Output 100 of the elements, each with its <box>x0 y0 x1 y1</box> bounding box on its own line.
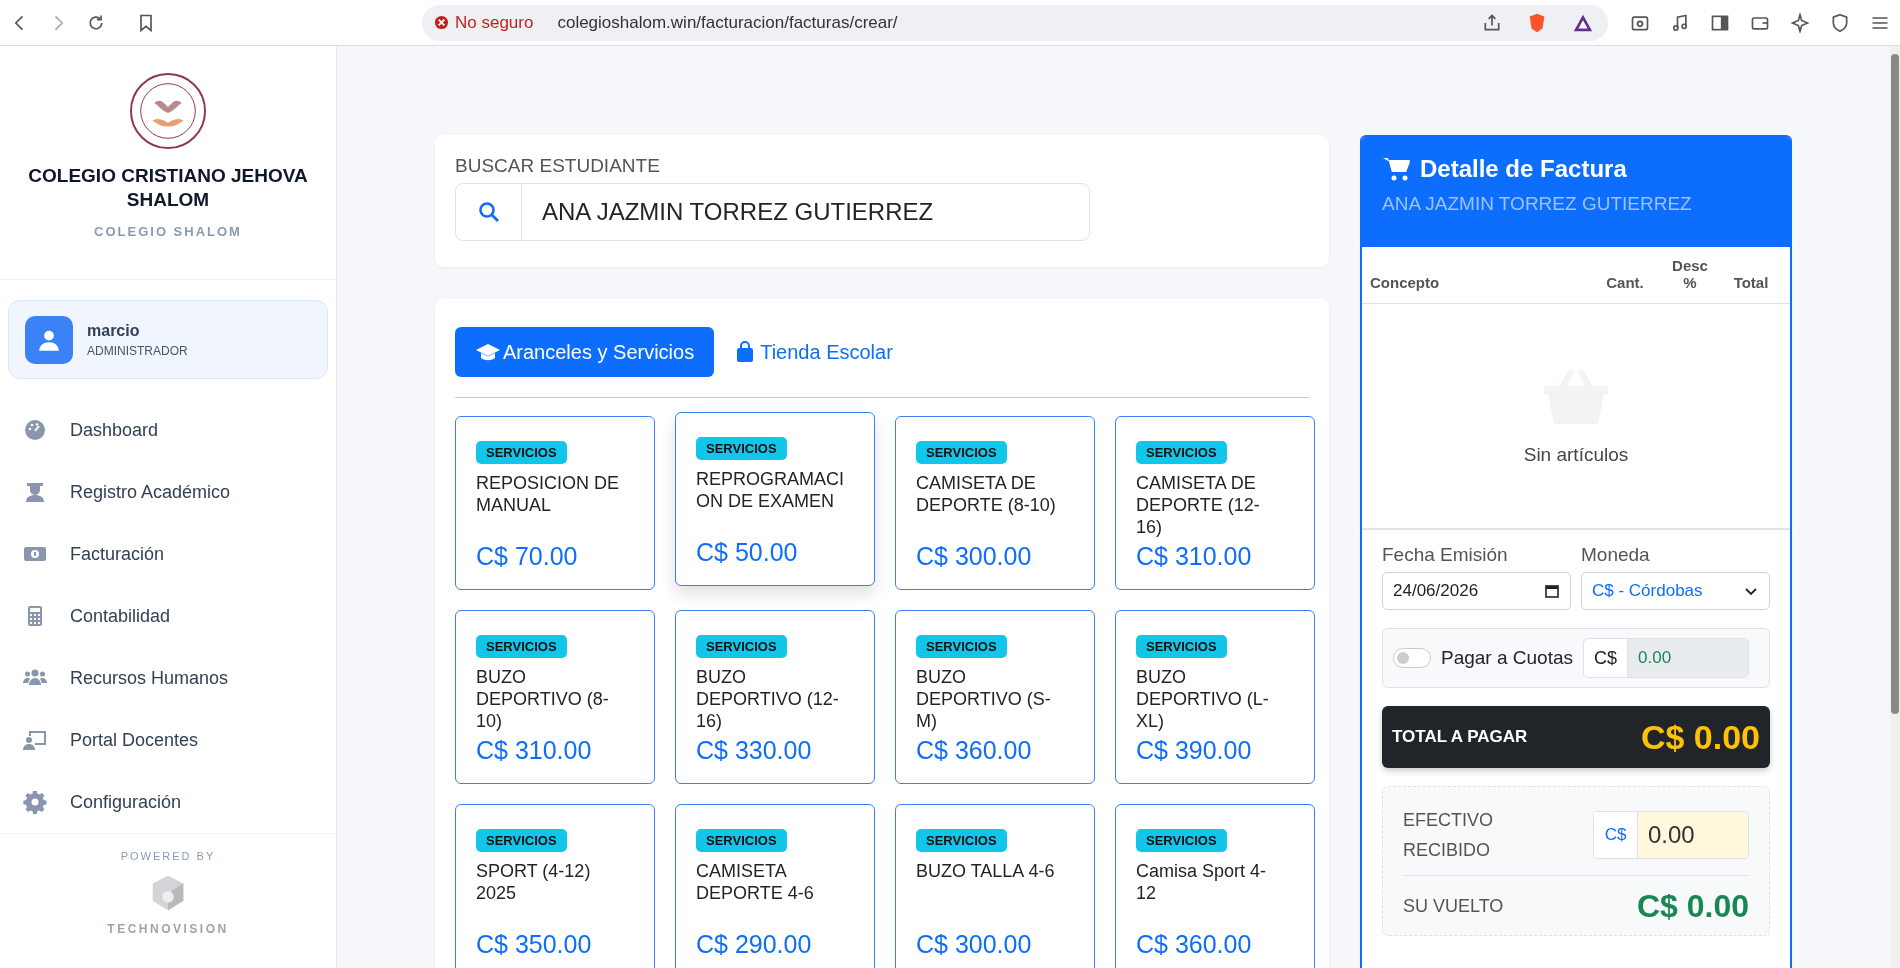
product-price: C$ 300.00 <box>916 930 1032 959</box>
vendor-name: TECHNOVISION <box>107 922 229 937</box>
product-card[interactable]: SERVICIOS SPORT (4-12) 2025 C$ 350.00 <box>455 804 655 968</box>
sidebar-item[interactable]: Portal Docentes <box>22 709 336 772</box>
school-crest-icon <box>129 72 207 150</box>
installment-field[interactable]: C$ 0.00 <box>1583 638 1750 678</box>
category-badge: SERVICIOS <box>696 437 787 460</box>
security-status: No seguro <box>455 12 534 33</box>
product-price: C$ 360.00 <box>916 736 1032 765</box>
sidebar-item[interactable]: Registro Académico <box>22 461 336 524</box>
sidebar-item[interactable]: Recursos Humanos <box>22 647 336 710</box>
field-label: Fecha Emisión <box>1382 544 1509 566</box>
teacher-board-icon <box>22 728 48 753</box>
product-name: BUZO TALLA 4-6 <box>916 860 1056 883</box>
scrollbar-thumb[interactable] <box>1891 54 1899 714</box>
product-name: CAMISETA DE DEPORTE (12-16) <box>1136 472 1261 538</box>
product-card[interactable]: SERVICIOS BUZO DEPORTIVO (L-XL) C$ 390.00 <box>1115 610 1315 784</box>
sidebar-item[interactable]: Contabilidad <box>22 585 336 648</box>
cart-icon <box>1382 155 1412 183</box>
warning-icon <box>434 15 449 30</box>
sparkle-icon[interactable] <box>1790 12 1810 33</box>
category-badge: SERVICIOS <box>696 635 787 658</box>
total-label: TOTAL A PAGAR <box>1392 727 1528 747</box>
category-badge: SERVICIOS <box>1136 441 1227 464</box>
category-badge: SERVICIOS <box>1136 635 1227 658</box>
product-price: C$ 310.00 <box>476 736 592 765</box>
user-name: marcio <box>87 321 141 340</box>
calendar-icon <box>1544 583 1560 599</box>
user-role: ADMINISTRADOR <box>87 343 188 358</box>
total-amount: C$ 0.00 <box>1640 717 1760 757</box>
change-label: SU VUELTO <box>1403 896 1504 917</box>
product-card[interactable]: SERVICIOS REPROGRAMACI ON DE EXAMEN C$ 50.00 <box>675 412 875 586</box>
column-header: Concepto <box>1370 274 1441 291</box>
product-price: C$ 290.00 <box>696 930 812 959</box>
product-name: CAMISETA DEPORTE 4-6 <box>696 860 815 905</box>
product-name: BUZO DEPORTIVO (L-XL) <box>1136 666 1270 732</box>
dashboard-gauge-icon <box>22 418 48 443</box>
product-card[interactable]: SERVICIOS CAMISETA DE DEPORTE (12-16) C$ 310.00 <box>1115 416 1315 590</box>
tab[interactable]: Tienda Escolar <box>732 327 893 377</box>
cash-field[interactable]: C$ 0.00 <box>1593 811 1749 859</box>
change-amount: C$ 0.00 <box>1636 888 1749 925</box>
category-badge: SERVICIOS <box>476 635 567 658</box>
category-badge: SERVICIOS <box>476 829 567 852</box>
date-field[interactable]: 24/06/2026 <box>1382 572 1571 610</box>
category-badge: SERVICIOS <box>916 441 1007 464</box>
field-label: Moneda <box>1581 544 1651 566</box>
product-card[interactable]: SERVICIOS BUZO TALLA 4-6 C$ 300.00 <box>895 804 1095 968</box>
url-text: colegioshalom.win/facturacion/facturas/crear/ <box>557 12 899 33</box>
currency-select[interactable]: C$ - Córdobas <box>1581 572 1770 610</box>
toggle-switch[interactable] <box>1393 648 1431 668</box>
product-name: REPROGRAMACI ON DE EXAMEN <box>696 468 844 513</box>
product-price: C$ 70.00 <box>476 542 578 571</box>
school-subtitle: COLEGIO SHALOM <box>94 224 242 239</box>
product-card[interactable]: SERVICIOS Camisa Sport 4-12 C$ 360.00 <box>1115 804 1315 968</box>
product-name: SPORT (4-12) 2025 <box>476 860 592 905</box>
product-card[interactable]: SERVICIOS REPOSICION DE MANUAL C$ 70.00 <box>455 416 655 590</box>
sidebar-item[interactable]: Dashboard <box>22 399 336 462</box>
toggle-label: Pagar a Cuotas <box>1441 647 1574 669</box>
music-note-icon[interactable] <box>1670 12 1690 33</box>
product-card[interactable]: SERVICIOS CAMISETA DEPORTE 4-6 C$ 290.00 <box>675 804 875 968</box>
shield-icon[interactable] <box>1830 12 1850 33</box>
empty-message: Sin artículos <box>1523 444 1629 466</box>
tab[interactable]: Aranceles y Servicios <box>455 327 715 377</box>
school-name: COLEGIO CRISTIANO JEHOVA SHALOM <box>27 164 309 212</box>
product-name: REPOSICION DE MANUAL <box>476 472 621 517</box>
product-name: BUZO DEPORTIVO (8-10) <box>476 666 610 732</box>
product-name: BUZO DEPORTIVO (12-16) <box>696 666 840 732</box>
category-badge: SERVICIOS <box>916 829 1007 852</box>
product-price: C$ 360.00 <box>1136 930 1252 959</box>
product-card[interactable]: SERVICIOS BUZO DEPORTIVO (12-16) C$ 330.00 <box>675 610 875 784</box>
column-header: Total <box>1732 274 1770 291</box>
product-name: CAMISETA DE DEPORTE (8-10) <box>916 472 1057 517</box>
sidebar-item[interactable]: Facturación <box>22 523 336 586</box>
student-name: ANA JAZMIN TORREZ GUTIERREZ <box>1382 193 1693 215</box>
share-icon[interactable] <box>1482 12 1502 33</box>
category-badge: SERVICIOS <box>1136 829 1227 852</box>
invoice-title: Detalle de Factura <box>1420 155 1627 183</box>
search-field[interactable]: ANA JAZMIN TORREZ GUTIERREZ <box>455 183 1090 241</box>
search-icon <box>476 200 501 224</box>
product-price: C$ 390.00 <box>1136 736 1252 765</box>
product-price: C$ 330.00 <box>696 736 812 765</box>
graduation-cap-icon <box>475 341 501 363</box>
product-card[interactable]: SERVICIOS CAMISETA DE DEPORTE (8-10) C$ 300.00 <box>895 416 1095 590</box>
product-price: C$ 310.00 <box>1136 542 1252 571</box>
powered-by-text: POWERED BY <box>120 850 216 863</box>
search-label: BUSCAR ESTUDIANTE <box>455 155 661 177</box>
product-card[interactable]: SERVICIOS BUZO DEPORTIVO (8-10) C$ 310.00 <box>455 610 655 784</box>
category-badge: SERVICIOS <box>916 635 1007 658</box>
product-name: Camisa Sport 4-12 <box>1136 860 1268 905</box>
column-header: Desc % <box>1671 257 1709 291</box>
settings-icon <box>22 790 48 815</box>
product-name: BUZO DEPORTIVO (S-M) <box>916 666 1052 732</box>
column-header: Cant. <box>1605 274 1645 291</box>
product-price: C$ 350.00 <box>476 930 592 959</box>
category-badge: SERVICIOS <box>476 441 567 464</box>
product-card[interactable]: SERVICIOS BUZO DEPORTIVO (S-M) C$ 360.00 <box>895 610 1095 784</box>
product-price: C$ 300.00 <box>916 542 1032 571</box>
category-badge: SERVICIOS <box>696 829 787 852</box>
sidebar-item[interactable]: Configuración <box>22 771 336 834</box>
cash-label: EFECTIVO RECIBIDO <box>1403 809 1494 862</box>
